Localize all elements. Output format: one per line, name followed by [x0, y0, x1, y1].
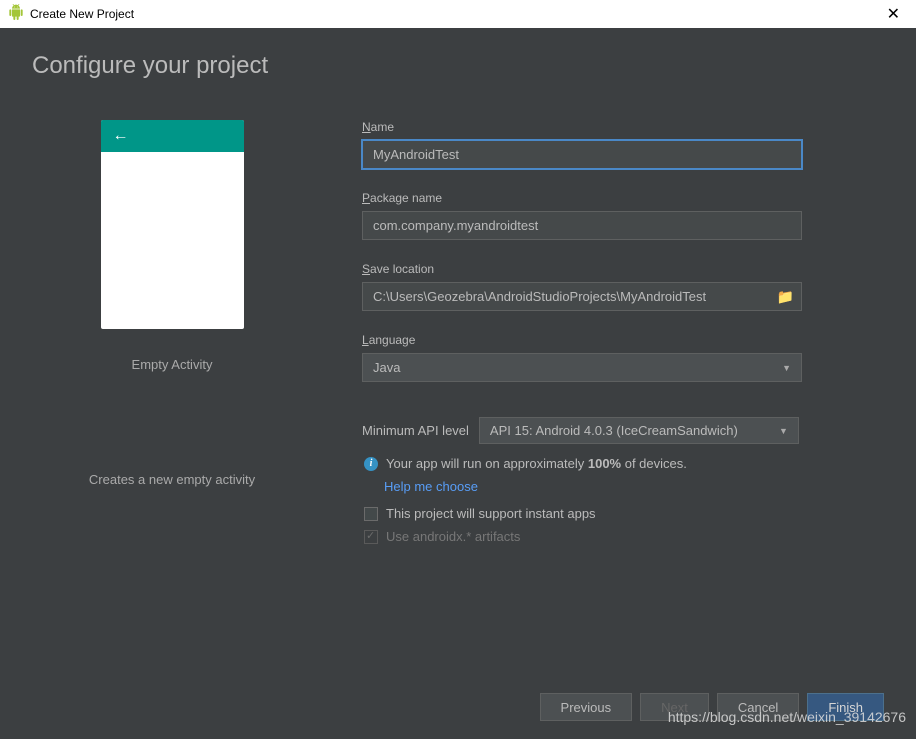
next-button: Next: [640, 693, 709, 721]
previous-button[interactable]: Previous: [540, 693, 633, 721]
api-level-value: API 15: Android 4.0.3 (IceCreamSandwich): [490, 423, 738, 438]
chevron-down-icon: ▼: [782, 363, 791, 373]
instant-apps-checkbox[interactable]: [364, 507, 378, 521]
api-level-select[interactable]: API 15: Android 4.0.3 (IceCreamSandwich)…: [479, 417, 799, 444]
cancel-button[interactable]: Cancel: [717, 693, 799, 721]
window-title: Create New Project: [30, 7, 134, 21]
instant-apps-label: This project will support instant apps: [386, 506, 596, 521]
info-icon: i: [364, 457, 378, 471]
name-input[interactable]: [362, 140, 802, 169]
form-panel: Name Package name Save location 📁 Langua…: [362, 120, 884, 552]
page-title: Configure your project: [32, 52, 884, 80]
androidx-checkbox: [364, 530, 378, 544]
help-me-choose-link[interactable]: Help me choose: [384, 479, 884, 494]
device-coverage-info: i Your app will run on approximately 100…: [362, 456, 884, 471]
language-value: Java: [373, 360, 400, 375]
save-location-input[interactable]: [362, 282, 802, 311]
dialog-body: Configure your project ← Empty Activity …: [0, 28, 916, 739]
preview-description: Creates a new empty activity: [89, 472, 255, 487]
folder-browse-icon[interactable]: 📁: [777, 288, 794, 305]
save-location-label: Save location: [362, 262, 884, 276]
android-studio-icon: [8, 4, 24, 25]
package-input[interactable]: [362, 211, 802, 240]
phone-preview-header: ←: [101, 120, 244, 152]
device-coverage-text: Your app will run on approximately 100% …: [386, 456, 687, 471]
api-level-label: Minimum API level: [362, 423, 469, 438]
preview-title: Empty Activity: [132, 357, 213, 372]
window-titlebar: Create New Project ✕: [0, 0, 916, 28]
chevron-down-icon: ▼: [779, 426, 788, 436]
back-arrow-icon: ←: [113, 127, 129, 145]
package-label: Package name: [362, 191, 884, 205]
language-select[interactable]: Java ▼: [362, 353, 802, 382]
preview-panel: ← Empty Activity Creates a new empty act…: [32, 120, 312, 552]
close-icon[interactable]: ✕: [879, 4, 908, 24]
name-label: Name: [362, 120, 884, 134]
phone-preview: ←: [101, 120, 244, 329]
androidx-label: Use androidx.* artifacts: [386, 529, 520, 544]
language-label: Language: [362, 333, 884, 347]
button-bar: Previous Next Cancel Finish: [540, 693, 884, 721]
finish-button[interactable]: Finish: [807, 693, 884, 721]
